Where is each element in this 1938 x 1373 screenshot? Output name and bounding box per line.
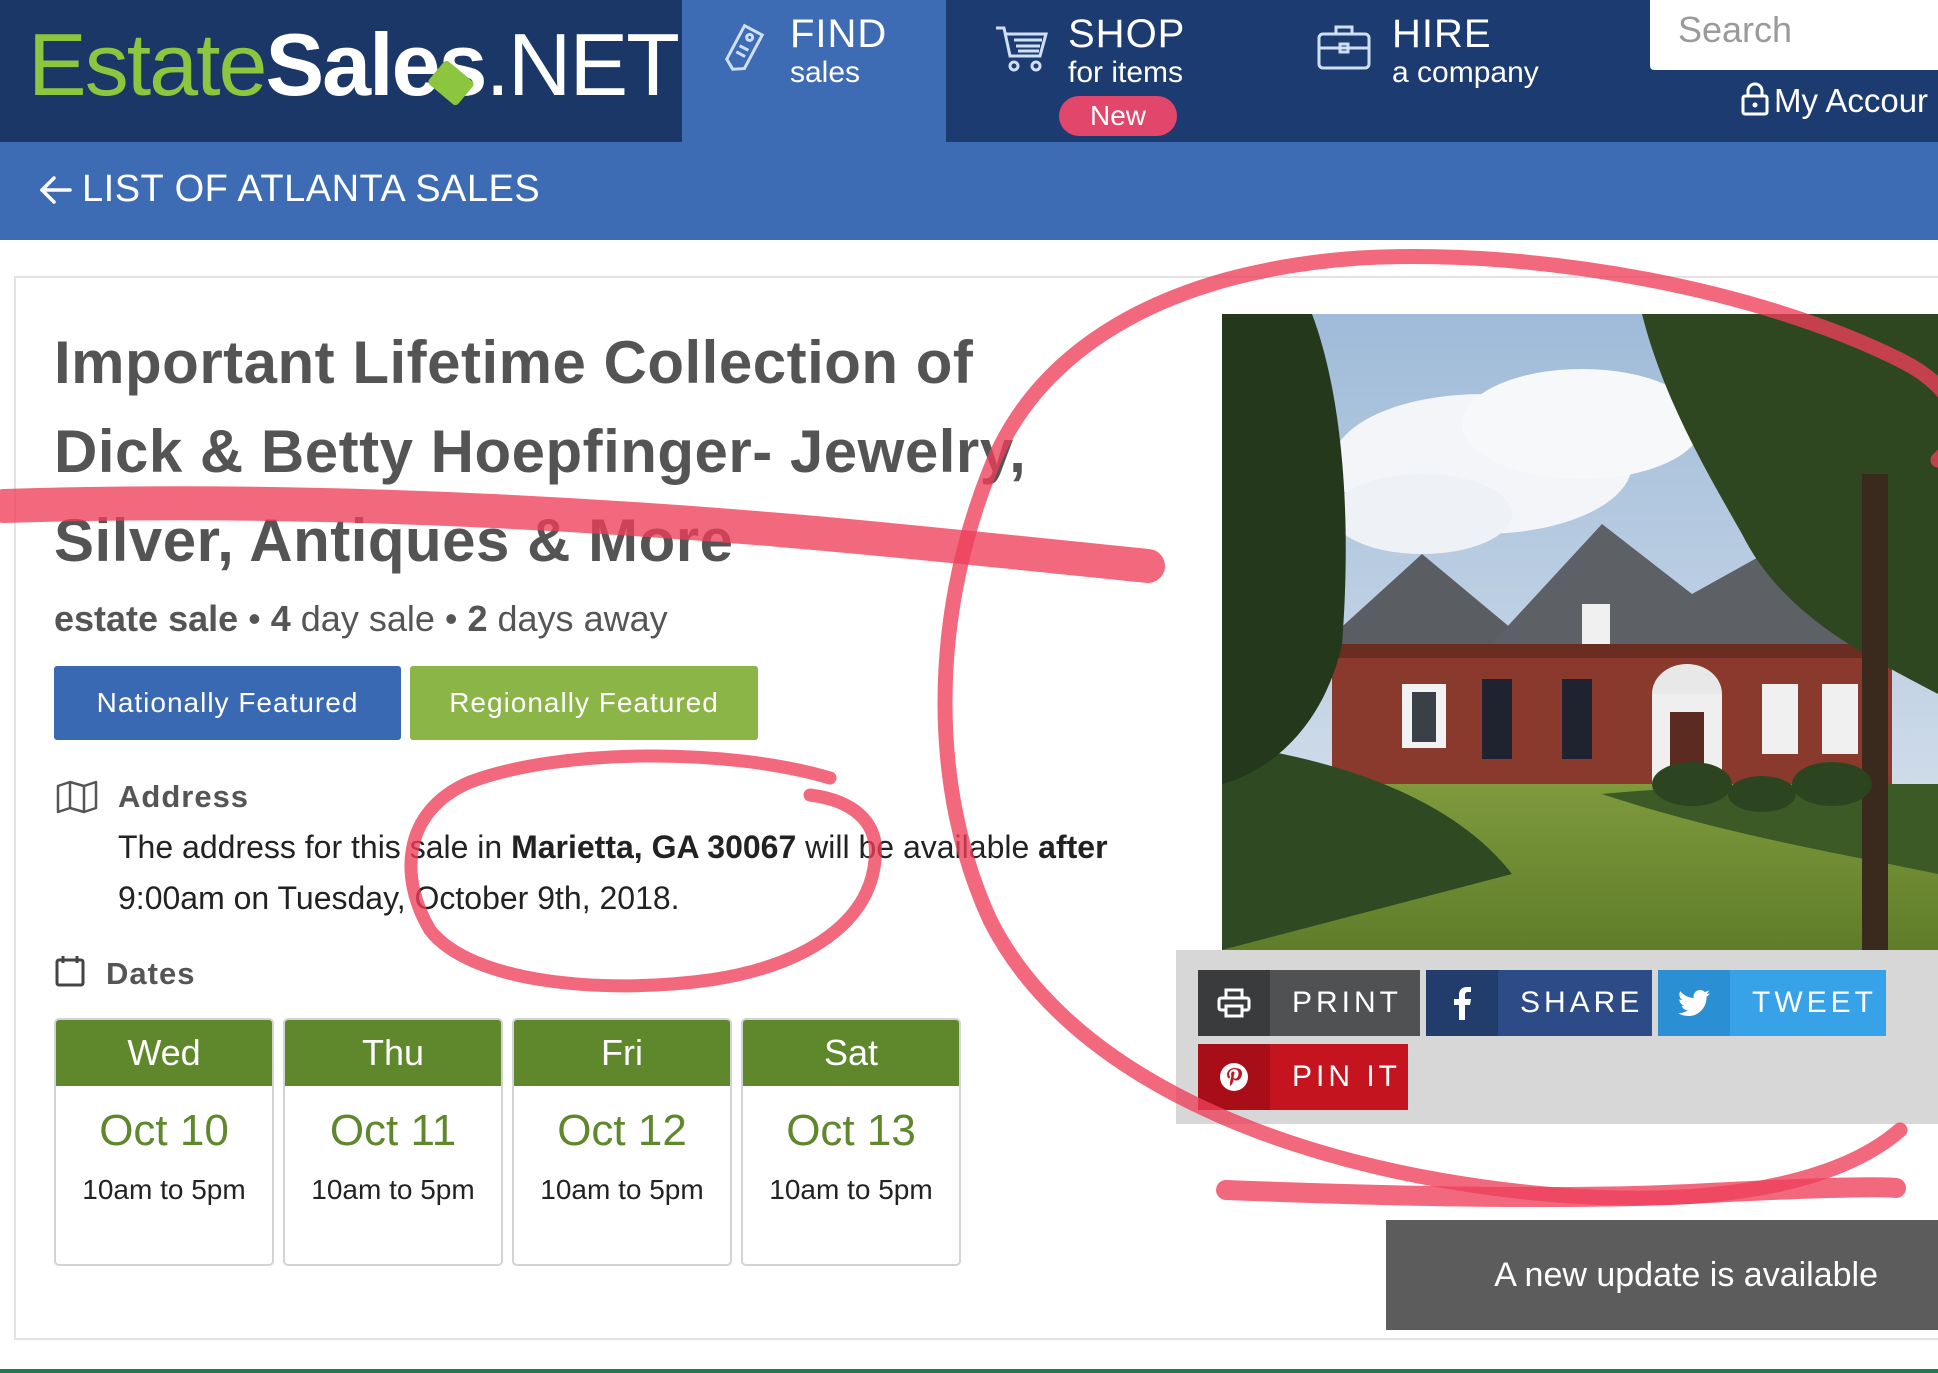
date-card-hours: 10am to 5pm bbox=[82, 1174, 246, 1205]
my-account-link[interactable]: My Accour bbox=[1740, 82, 1928, 120]
sale-photo[interactable] bbox=[1222, 314, 1938, 950]
top-navigation-bar: EstateSales.NET FIND sales SHOP for item… bbox=[0, 0, 1938, 142]
date-card: Thu Oct 11 10am to 5pm bbox=[283, 1018, 503, 1266]
facebook-icon bbox=[1426, 970, 1498, 1036]
nav-shop-label: SHOP bbox=[1068, 12, 1186, 56]
sale-type: estate sale bbox=[54, 598, 239, 639]
pinterest-pin-button[interactable]: PIN IT bbox=[1198, 1044, 1408, 1110]
date-card-day: Thu bbox=[285, 1020, 501, 1086]
dates-heading: Dates bbox=[106, 956, 196, 991]
house-photo-image bbox=[1222, 314, 1938, 950]
date-card-hours: 10am to 5pm bbox=[540, 1174, 704, 1205]
my-account-label: My Accour bbox=[1774, 82, 1929, 119]
date-card-date: Oct 11 bbox=[329, 1106, 457, 1155]
nav-tab-shop-items[interactable]: SHOP for items New bbox=[946, 0, 1270, 142]
search-input[interactable] bbox=[1650, 0, 1938, 70]
date-card-day: Wed bbox=[56, 1020, 272, 1086]
address-notice: The address for this sale in Marietta, G… bbox=[118, 829, 1108, 916]
back-link-label: LIST OF ATLANTA SALES bbox=[82, 168, 541, 210]
printer-icon bbox=[1198, 970, 1270, 1036]
date-card-day: Fri bbox=[514, 1020, 730, 1086]
date-card-date: Oct 13 bbox=[786, 1106, 916, 1155]
search-field[interactable] bbox=[1650, 0, 1938, 70]
facebook-share-button[interactable]: SHARE bbox=[1426, 970, 1652, 1036]
arrow-left-icon bbox=[40, 175, 72, 204]
address-location: Marietta, GA 30067 bbox=[511, 829, 797, 865]
address-heading: Address bbox=[118, 779, 250, 814]
nav-shop-sublabel: for items bbox=[1068, 56, 1184, 89]
nav-find-label: FIND bbox=[790, 12, 888, 56]
logo-wordmark: EstateSales.NET bbox=[28, 15, 680, 114]
share-label: SHARE bbox=[1520, 986, 1644, 1019]
sale-title: Important Lifetime Collection of Dick & … bbox=[54, 329, 1027, 574]
nav-find-sublabel: sales bbox=[790, 56, 861, 89]
date-card-date: Oct 12 bbox=[557, 1106, 687, 1155]
toast-message: A new update is available bbox=[1494, 1255, 1878, 1294]
update-available-toast[interactable]: A new update is available bbox=[1386, 1220, 1938, 1330]
nav-hire-label: HIRE bbox=[1392, 12, 1492, 56]
regionally-featured-badge[interactable]: Regionally Featured bbox=[410, 666, 758, 740]
sale-countdown: 2 days away bbox=[467, 598, 668, 639]
sub-navigation-bar: LIST OF ATLANTA SALES bbox=[0, 142, 1938, 240]
briefcase-icon bbox=[1317, 25, 1371, 70]
new-badge: New bbox=[1059, 96, 1177, 136]
date-card: Wed Oct 10 10am to 5pm bbox=[54, 1018, 274, 1266]
tag-icon bbox=[724, 23, 765, 71]
print-button[interactable]: PRINT bbox=[1198, 970, 1420, 1036]
lock-icon bbox=[1741, 82, 1769, 116]
sale-duration: 4 day sale bbox=[270, 598, 435, 639]
calendar-icon bbox=[55, 956, 85, 987]
tweet-label: TWEET bbox=[1752, 986, 1877, 1019]
nav-hire-sublabel: a company bbox=[1392, 56, 1539, 89]
date-card-date: Oct 10 bbox=[99, 1106, 229, 1155]
date-card-hours: 10am to 5pm bbox=[311, 1174, 475, 1205]
nav-tab-find-sales[interactable]: FIND sales bbox=[682, 0, 946, 142]
shopping-cart-icon bbox=[996, 26, 1048, 72]
print-label: PRINT bbox=[1292, 986, 1402, 1019]
site-logo[interactable]: EstateSales.NET bbox=[0, 0, 682, 142]
meta-separator: • bbox=[444, 598, 458, 639]
twitter-bird-icon bbox=[1658, 970, 1730, 1036]
back-to-list-link[interactable]: LIST OF ATLANTA SALES bbox=[38, 168, 540, 211]
date-card: Fri Oct 12 10am to 5pm bbox=[512, 1018, 732, 1266]
nav-tab-hire-company[interactable]: HIRE a company bbox=[1270, 0, 1650, 142]
pinterest-icon bbox=[1198, 1044, 1270, 1110]
map-icon bbox=[56, 780, 98, 814]
page-bottom-border bbox=[0, 1369, 1938, 1373]
date-card-hours: 10am to 5pm bbox=[769, 1174, 933, 1205]
sale-meta: estate sale • 4 day sale • 2 days away bbox=[54, 598, 668, 640]
meta-separator: • bbox=[248, 598, 261, 639]
date-card: Sat Oct 13 10am to 5pm bbox=[741, 1018, 961, 1266]
date-card-day: Sat bbox=[743, 1020, 959, 1086]
pin-label: PIN IT bbox=[1292, 1060, 1402, 1093]
nationally-featured-badge[interactable]: Nationally Featured bbox=[54, 666, 401, 740]
twitter-tweet-button[interactable]: TWEET bbox=[1658, 970, 1886, 1036]
